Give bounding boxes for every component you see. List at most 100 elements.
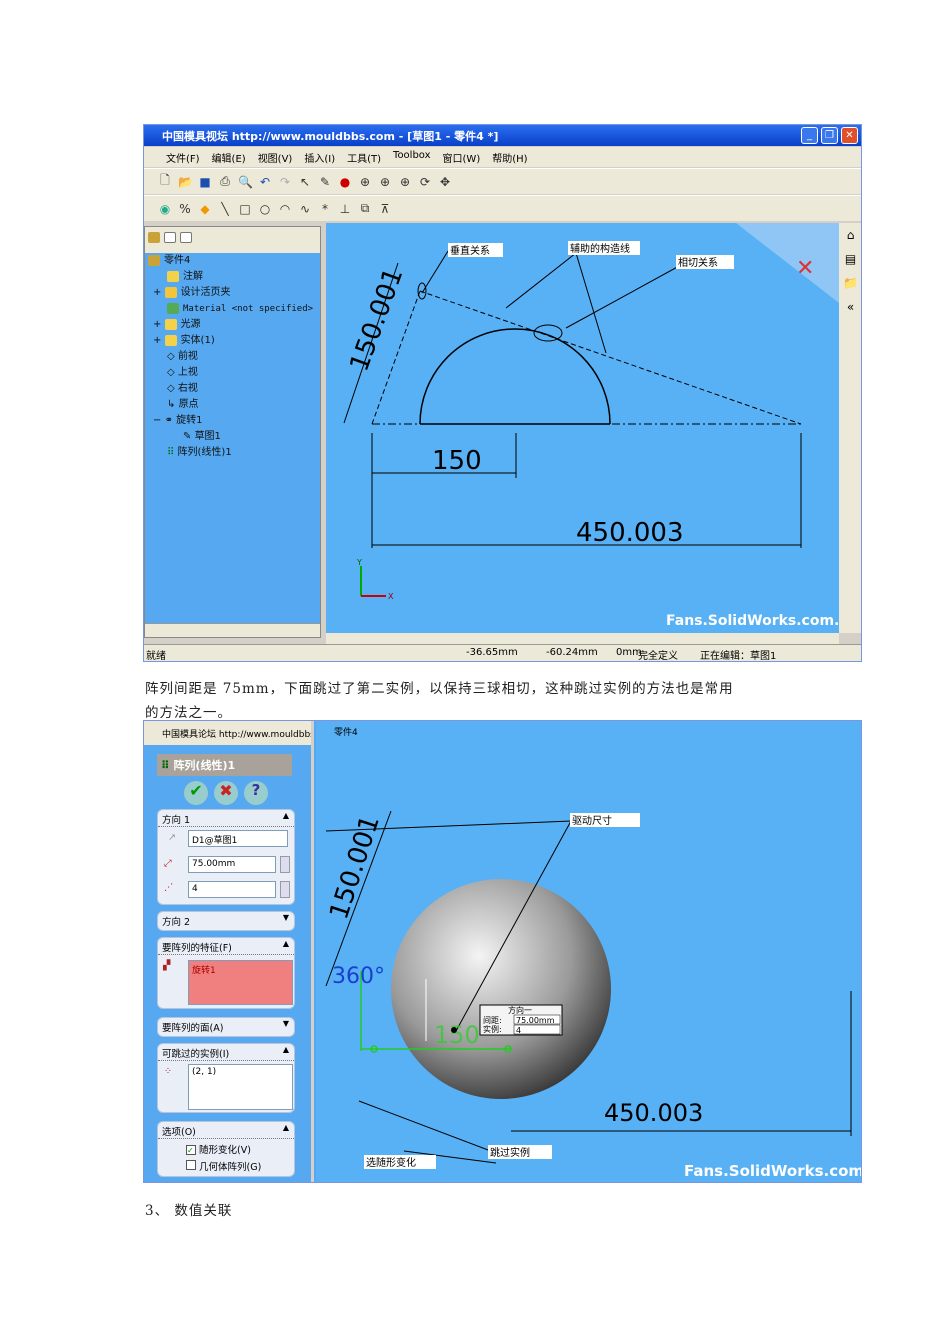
- instance-callout[interactable]: 方向一 间距: 75.00mm 实例: 4: [479, 1004, 563, 1036]
- instances-input[interactable]: 4: [188, 881, 276, 898]
- arc-icon[interactable]: ◠: [278, 202, 292, 216]
- spacing-input[interactable]: 75.00mm: [188, 856, 276, 873]
- tree-item[interactable]: ↳ 原点: [145, 397, 320, 413]
- help-button[interactable]: ?: [244, 781, 268, 805]
- features-header[interactable]: 要阵列的特征(F): [158, 938, 294, 955]
- maximize-button[interactable]: ❐: [821, 127, 838, 144]
- rotate-icon[interactable]: ⟳: [418, 175, 432, 189]
- dimension-450[interactable]: 450.003: [576, 518, 684, 548]
- tree-label: 实体(1): [180, 335, 215, 346]
- menu-help[interactable]: 帮助(H): [492, 150, 527, 167]
- features-list[interactable]: 旋转1: [188, 960, 293, 1005]
- menu-window[interactable]: 窗口(W): [443, 150, 481, 167]
- cancel-button[interactable]: ✖: [214, 781, 238, 805]
- spacing-spinner[interactable]: [280, 856, 290, 873]
- dimension-150[interactable]: 150: [432, 446, 482, 476]
- menu-insert[interactable]: 插入(I): [304, 150, 335, 167]
- view-orient-icon[interactable]: ◉: [158, 202, 172, 216]
- point-icon[interactable]: *: [318, 202, 332, 216]
- line-icon[interactable]: ╲: [218, 202, 232, 216]
- tree-item[interactable]: ⠿ 阵列(线性)1: [145, 445, 320, 461]
- feature-title: ⠿ 阵列(线性)1: [157, 754, 292, 776]
- direction1-header[interactable]: 方向 1: [158, 810, 294, 827]
- zoom-fit-icon[interactable]: ⊕: [358, 175, 372, 189]
- callout-spacing[interactable]: 75.00mm: [516, 1016, 555, 1025]
- graphics-viewport[interactable]: ✕ 垂直关系 辅助的构造线 相切关系 150.001 150 450.003 Y…: [326, 223, 839, 633]
- faces-group[interactable]: 要阵列的面(A): [157, 1017, 295, 1037]
- callout-spacing-label: 间距:: [483, 1016, 502, 1025]
- direction-reference-field[interactable]: D1@草图1: [188, 830, 288, 847]
- sketch-toolbar: ◉% ◆ ╲ □ ○ ◠ ∿ * ⊥ ⧉ ⊼: [144, 195, 861, 221]
- menu-toolbox[interactable]: Toolbox: [393, 150, 431, 167]
- horizontal-scrollbar[interactable]: [145, 623, 320, 637]
- instances-spinner[interactable]: [280, 881, 290, 898]
- menu-edit[interactable]: 编辑(E): [212, 150, 246, 167]
- menu-tools[interactable]: 工具(T): [347, 150, 381, 167]
- skip-icon: ⁘: [164, 1066, 172, 1077]
- preview-icon[interactable]: 🔍: [238, 175, 253, 189]
- tree-item[interactable]: 注解: [145, 269, 320, 285]
- zoom-in-icon[interactable]: ⊕: [398, 175, 412, 189]
- menu-file[interactable]: 文件(F): [166, 150, 200, 167]
- tree-item[interactable]: + 设计活页夹: [145, 285, 320, 301]
- geometry-pattern-checkbox[interactable]: 几何体阵列(G): [186, 1159, 261, 1173]
- group-label: 要阵列的特征(F): [162, 943, 232, 954]
- select-icon[interactable]: ↖: [298, 175, 312, 189]
- print-icon[interactable]: ⎙: [218, 174, 232, 189]
- property-tab-icon[interactable]: [164, 231, 176, 243]
- tree-item[interactable]: + 实体(1): [145, 333, 320, 349]
- tree-item[interactable]: Material <not specified>: [145, 301, 320, 317]
- graphics-viewport-2[interactable]: 零件4 驱动尺寸 跳过实例 选随形变化 150.001 360° 150 450…: [316, 721, 862, 1183]
- direction2-group[interactable]: 方向 2: [157, 911, 295, 931]
- undo-icon[interactable]: ↶: [258, 175, 272, 189]
- skip-header[interactable]: 可跳过的实例(I): [158, 1044, 294, 1061]
- dimension-150[interactable]: 150: [434, 1021, 480, 1049]
- sketch-icon[interactable]: ✎: [318, 175, 332, 189]
- callout-count[interactable]: 4: [516, 1026, 521, 1035]
- skip-instances-list[interactable]: (2, 1): [188, 1064, 293, 1110]
- tree-item[interactable]: + 光源: [145, 317, 320, 333]
- zoom-area-icon[interactable]: ⊕: [378, 175, 392, 189]
- circle-icon[interactable]: ○: [258, 202, 272, 216]
- tree-item[interactable]: ✎ 草图1: [145, 429, 320, 445]
- config-tab-icon[interactable]: [180, 231, 192, 243]
- body-paragraph-cont: 的方法之一。: [145, 705, 232, 721]
- options-group: 选项(O) ✓ 随形变化(V) 几何体阵列(G): [157, 1121, 295, 1177]
- task-pane-icons[interactable]: ⌂ ▤ 📁 «: [839, 223, 861, 319]
- shade-icon[interactable]: ◆: [198, 202, 212, 216]
- redo-icon[interactable]: ↷: [278, 175, 292, 189]
- display-icon[interactable]: %: [178, 202, 192, 216]
- mirror-icon[interactable]: ⧉: [358, 201, 372, 216]
- new-icon[interactable]: 🗋: [158, 171, 172, 192]
- ok-button[interactable]: ✔: [184, 781, 208, 805]
- feature-tab-icon[interactable]: [148, 231, 160, 243]
- save-icon[interactable]: ■: [198, 175, 212, 189]
- status-defined: 完全定义: [638, 651, 678, 662]
- close-button[interactable]: ✕: [841, 127, 858, 144]
- options-header[interactable]: 选项(O): [158, 1122, 294, 1139]
- rectangle-icon[interactable]: □: [238, 202, 252, 216]
- dimension-icon[interactable]: ⊥: [338, 202, 352, 216]
- tree-item[interactable]: − ⚭ 旋转1: [145, 413, 320, 429]
- rebuild-icon[interactable]: ●: [338, 175, 352, 189]
- cancel-sketch-icon[interactable]: ✕: [796, 256, 814, 281]
- tree-item[interactable]: ◇ 上视: [145, 365, 320, 381]
- minimize-button[interactable]: _: [801, 127, 818, 144]
- menu-view[interactable]: 视图(V): [258, 150, 293, 167]
- open-icon[interactable]: 📂: [178, 175, 193, 189]
- tree-item[interactable]: ◇ 右视: [145, 381, 320, 397]
- tangent-label: 相切关系: [678, 256, 718, 269]
- relation-icon[interactable]: ⊼: [378, 202, 392, 216]
- vary-sketch-checkbox[interactable]: ✓ 随形变化(V): [186, 1142, 251, 1156]
- window-title: 中国模具视坛 http://www.mouldbbs.com - [草图1 - …: [162, 130, 499, 143]
- tree-item[interactable]: ◇ 前视: [145, 349, 320, 365]
- plane-icon: ◇: [167, 383, 178, 394]
- pan-icon[interactable]: ✥: [438, 175, 452, 189]
- tree-root[interactable]: 零件4: [145, 253, 320, 269]
- body-paragraph: 阵列间距是 75mm，下面跳过了第二实例，以保持三球相切，这种跳过实例的方法也是…: [145, 681, 734, 697]
- spline-icon[interactable]: ∿: [298, 202, 312, 216]
- solid-bodies-icon: [164, 334, 177, 346]
- dimension-450[interactable]: 450.003: [604, 1099, 703, 1127]
- watermark: Fans.SolidWorks.com.cn: [684, 1162, 862, 1180]
- angle-dimension[interactable]: 360°: [332, 964, 385, 989]
